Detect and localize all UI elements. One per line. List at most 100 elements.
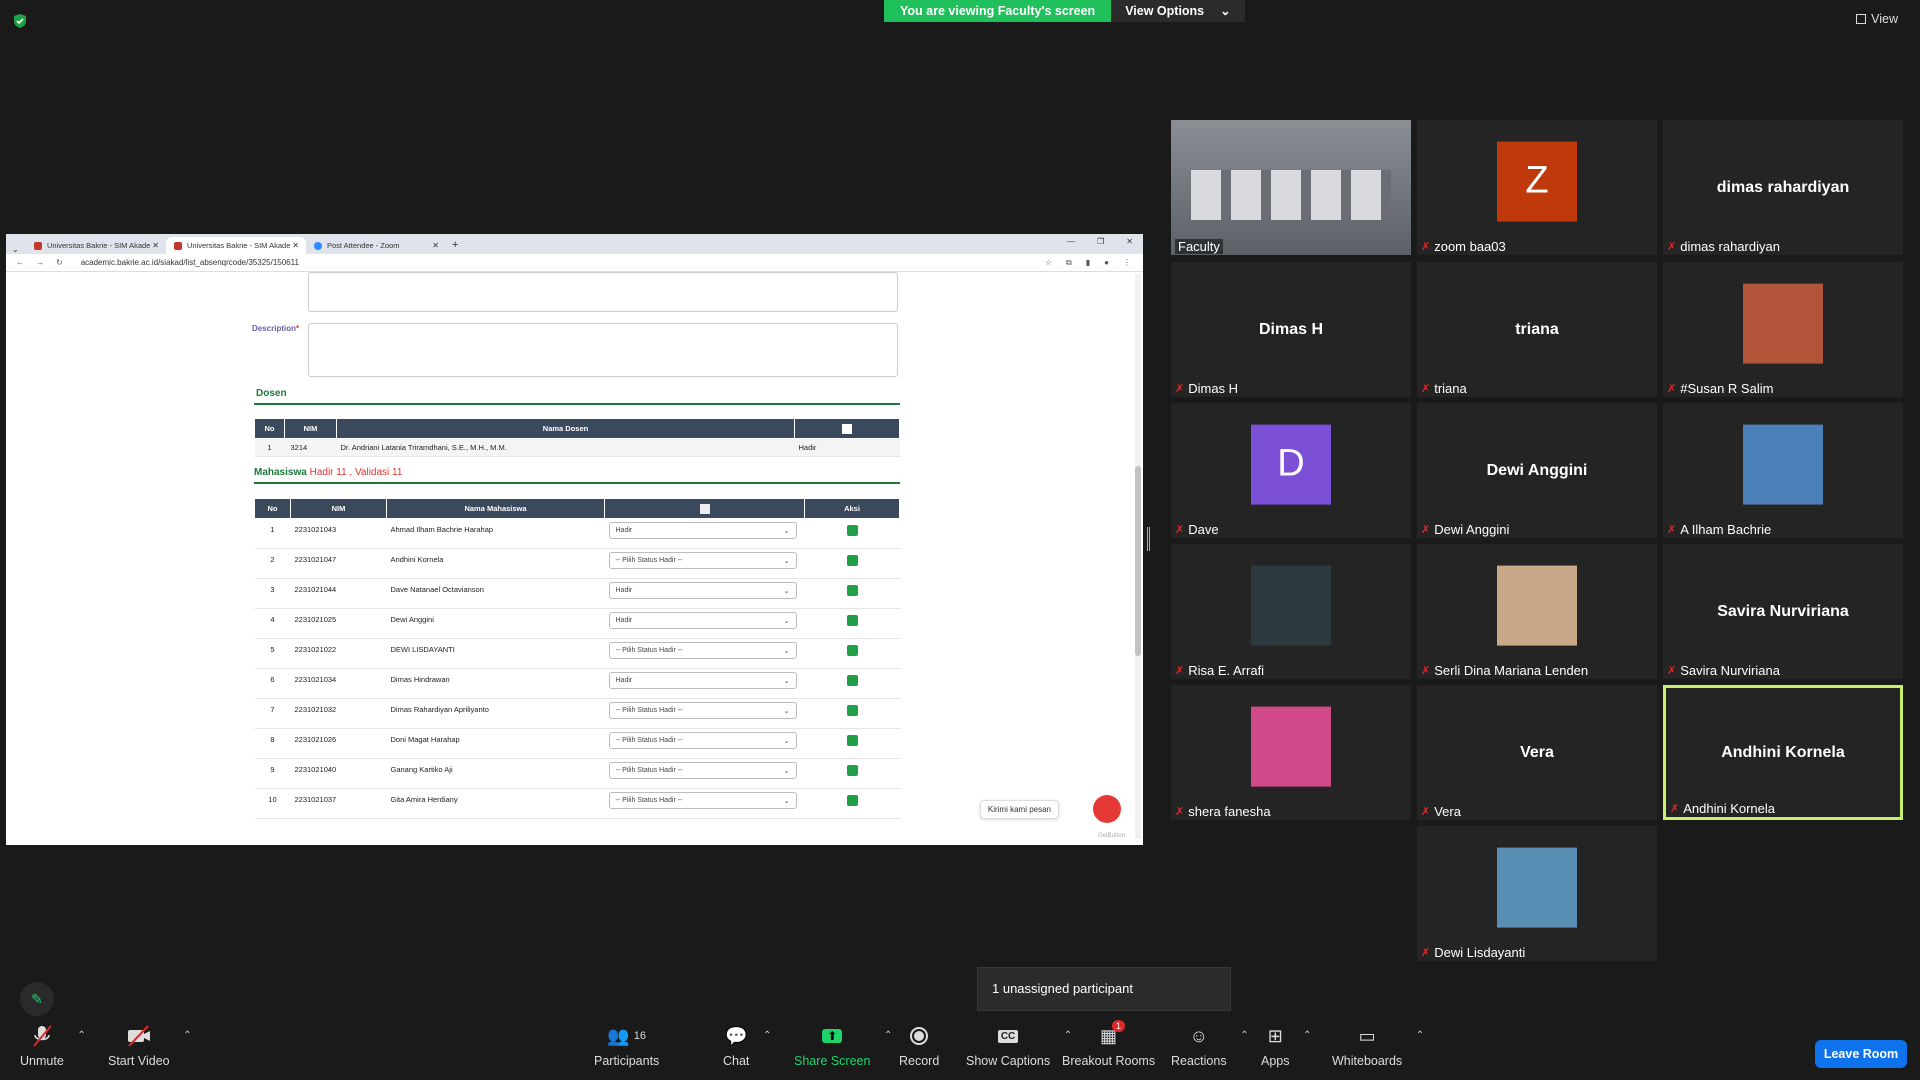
menu-icon[interactable]: ⋮: [1123, 258, 1131, 268]
minimize-icon[interactable]: —: [1067, 237, 1075, 246]
avatar: Z: [1497, 141, 1577, 222]
star-icon[interactable]: ☆: [1045, 258, 1052, 268]
show-captions-button[interactable]: CC Show Captions ⌃: [966, 1024, 1072, 1068]
save-icon[interactable]: [846, 765, 858, 776]
mic-muted-icon: ✗: [1421, 383, 1431, 395]
chevron-down-icon: ⌄: [783, 767, 790, 775]
restore-icon[interactable]: ❐: [1097, 237, 1104, 246]
reload-icon[interactable]: ↻: [56, 258, 63, 267]
participant-tile[interactable]: triana ✗ triana: [1417, 262, 1657, 397]
participant-name-display: Andhini Kornela: [1721, 743, 1845, 761]
start-video-button[interactable]: Start Video ⌃: [108, 1024, 192, 1068]
mic-muted-icon: ✗: [1175, 524, 1185, 536]
table-row: 9 2231021040 Ganang Kartiko Aji -- Pilih St…: [254, 758, 900, 789]
save-icon[interactable]: [846, 675, 858, 686]
zoom-meeting-window: { "banner": {"viewing": "You are viewing…: [0, 0, 1920, 1080]
sidepanel-icon[interactable]: ▮: [1086, 258, 1090, 268]
participant-tile[interactable]: Dimas H ✗ Dimas H: [1171, 262, 1411, 397]
forward-icon[interactable]: →: [36, 258, 44, 267]
participant-tile[interactable]: Z ✗ zoom baa03: [1417, 120, 1657, 255]
status-select[interactable]: -- Pilih Status Hadir -- ⌄: [608, 552, 797, 569]
mic-muted-icon: ✗: [1175, 665, 1185, 677]
save-icon[interactable]: [846, 795, 858, 806]
getbutton-label: GetButton: [1097, 833, 1125, 839]
tab-search-icon[interactable]: ⌄: [12, 245, 26, 254]
participants-button[interactable]: 👥 16 Participants: [594, 1024, 659, 1069]
close-window-icon[interactable]: ✕: [1126, 237, 1133, 246]
chevron-down-icon: ⌄: [783, 737, 790, 745]
share-screen-icon: ⬆: [822, 1024, 843, 1048]
save-icon[interactable]: [846, 645, 858, 656]
whiteboards-button[interactable]: ▭ Whiteboards ⌃: [1332, 1024, 1424, 1069]
chat-button[interactable]: 💬 Chat ⌃: [723, 1024, 771, 1069]
save-icon[interactable]: [846, 585, 858, 596]
record-button[interactable]: Record: [899, 1024, 939, 1068]
participant-tile[interactable]: Dewi Anggini ✗ Dewi Anggini: [1417, 403, 1657, 538]
caret-up-icon: ⌃: [763, 1030, 772, 1041]
status-select[interactable]: Hadir ⌄: [608, 522, 797, 539]
save-icon[interactable]: [846, 615, 858, 626]
col-no: No: [254, 498, 291, 519]
save-icon[interactable]: [846, 555, 858, 566]
back-icon[interactable]: ←: [16, 258, 24, 267]
status-select[interactable]: Hadir ⌄: [608, 672, 797, 689]
participant-tile[interactable]: ✗ Serli Dina Mariana Lenden: [1417, 544, 1657, 679]
extensions-icon[interactable]: ⧉: [1066, 258, 1072, 268]
breakout-rooms-button[interactable]: ▦ 1 Breakout Rooms: [1062, 1020, 1155, 1068]
meeting-toolbar: Unmute ⌃ Start Video ⌃ 👥 16 Participants 💬 …: [0, 1020, 1920, 1080]
unassigned-participant-toast[interactable]: 1 unassigned participant: [977, 967, 1231, 1011]
participant-tile[interactable]: ✗ A Ilham Bachrie: [1663, 403, 1903, 538]
url-field[interactable]: academic.bakrie.ac.id/siakad/list_absenq…: [81, 258, 299, 267]
mic-muted-icon: ✗: [1421, 665, 1431, 677]
status-select[interactable]: -- Pilih Status Hadir -- ⌄: [608, 702, 797, 719]
save-icon[interactable]: [846, 735, 858, 746]
validasi-count: Validasi 11: [355, 467, 403, 478]
participant-tile[interactable]: ✗ Risa E. Arrafi: [1171, 544, 1411, 679]
participant-tile[interactable]: ✗ Dewi Lisdayanti: [1417, 826, 1657, 961]
split-handle[interactable]: [1147, 527, 1150, 551]
top-textarea[interactable]: [308, 272, 898, 312]
participant-tile[interactable]: Vera ✗ Vera: [1417, 685, 1657, 820]
share-screen-button[interactable]: ⬆ Share Screen ⌃: [794, 1024, 892, 1068]
breakout-badge: 1: [1112, 1020, 1126, 1032]
checkbox-checked-icon[interactable]: [842, 423, 852, 434]
participant-tile[interactable]: Faculty: [1171, 120, 1411, 255]
browser-tab[interactable]: Post Attendee - Zoom ✕: [306, 237, 446, 254]
view-options-button[interactable]: View Options ⌄: [1111, 0, 1245, 22]
browser-tab[interactable]: Universitas Bakrie - SIM Akade ✕: [26, 237, 166, 254]
chat-widget-icon[interactable]: [1093, 795, 1121, 823]
save-icon[interactable]: [846, 705, 858, 716]
table-row: 3 2231021044 Dave Natanael Octavianson Hadi…: [254, 578, 900, 609]
leave-room-button[interactable]: Leave Room: [1815, 1040, 1907, 1068]
page-scrollbar[interactable]: [1135, 274, 1141, 839]
status-select[interactable]: -- Pilih Status Hadir -- ⌄: [608, 642, 797, 659]
description-textarea[interactable]: [308, 323, 898, 377]
new-tab-icon[interactable]: +: [452, 237, 458, 254]
table-row: 2 2231021047 Andhini Kornela -- Pilih Statu…: [254, 548, 900, 579]
chat-widget-label[interactable]: Kirimi kami pesan: [979, 800, 1059, 819]
participant-tile[interactable]: ✗ #Susan R Salim: [1663, 262, 1903, 397]
view-button[interactable]: View: [1856, 12, 1898, 26]
annotate-pen-icon[interactable]: ✎: [20, 982, 54, 1016]
unmute-button[interactable]: Unmute ⌃: [20, 1024, 86, 1068]
status-select[interactable]: Hadir ⌄: [608, 612, 797, 629]
chevron-down-icon: ⌄: [783, 647, 790, 655]
checkbox-icon[interactable]: [699, 503, 710, 514]
participant-tile[interactable]: dimas rahardiyan ✗ dimas rahardiyan: [1663, 120, 1903, 255]
participant-tile[interactable]: Savira Nurviriana ✗ Savira Nurviriana: [1663, 544, 1903, 679]
status-select[interactable]: -- Pilih Status Hadir -- ⌄: [608, 732, 797, 749]
apps-button[interactable]: ⊞ Apps ⌃: [1261, 1024, 1312, 1069]
browser-tab-active[interactable]: Universitas Bakrie - SIM Akade ✕: [166, 237, 306, 254]
profile-icon[interactable]: ●: [1104, 258, 1109, 268]
save-icon[interactable]: [846, 525, 858, 536]
reactions-button[interactable]: ☺ Reactions ⌃: [1171, 1024, 1249, 1069]
participant-tile[interactable]: Andhini Kornela ✗ Andhini Kornela: [1663, 685, 1903, 820]
status-select[interactable]: Hadir ⌄: [608, 582, 797, 599]
table-row: 1 2231021043 Ahmad Ilham Bachrie Harahap Ha…: [254, 518, 900, 549]
participant-tile[interactable]: ✗ shera fanesha: [1171, 685, 1411, 820]
security-shield-icon[interactable]: [12, 13, 28, 29]
status-select[interactable]: -- Pilih Status Hadir -- ⌄: [608, 762, 797, 779]
participant-tile[interactable]: D ✗ Dave: [1171, 403, 1411, 538]
mic-muted-icon: ✗: [1670, 803, 1680, 815]
status-select[interactable]: -- Pilih Status Hadir -- ⌄: [608, 792, 797, 809]
